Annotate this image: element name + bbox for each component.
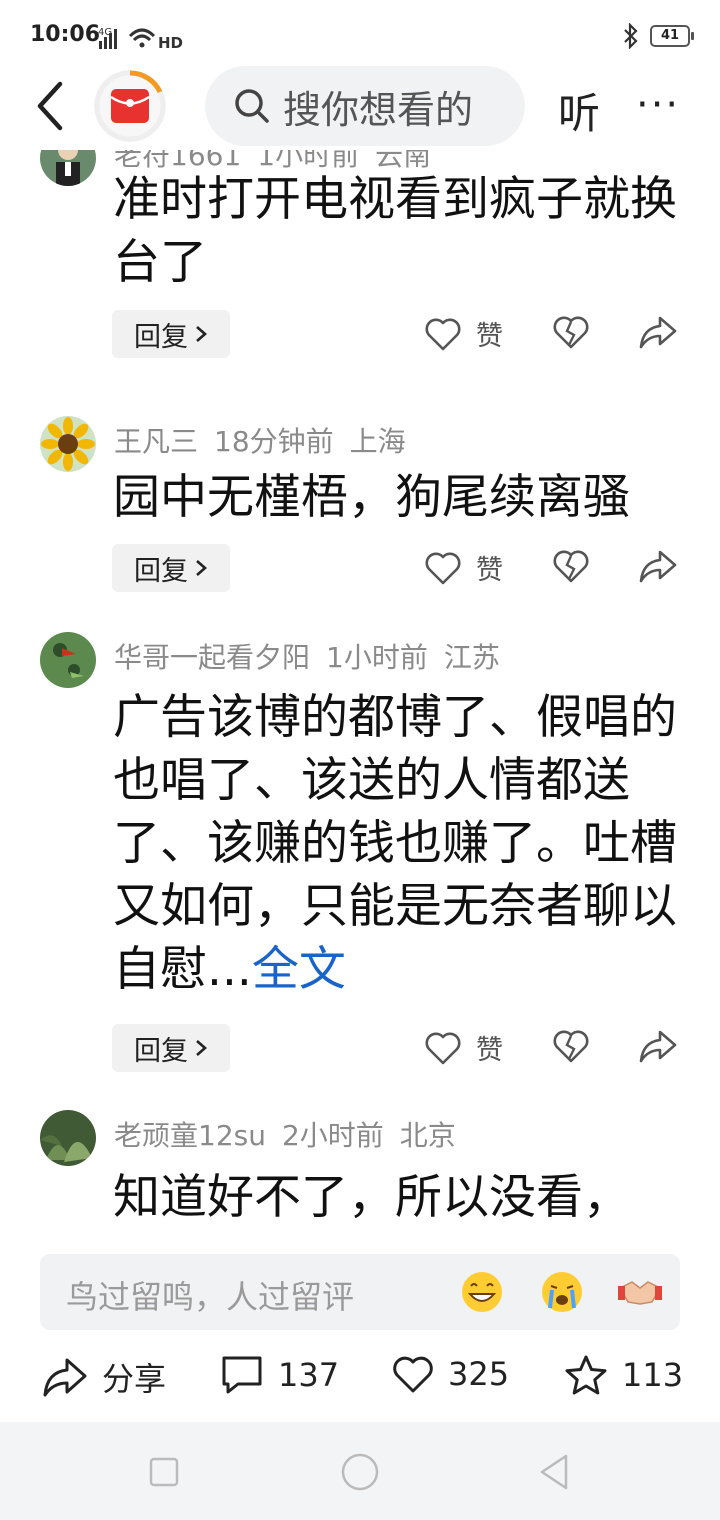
comment-list: 老符1661 1小时前 云南 准时打开电视看到疯子就换台了 回复 赞 王凡三 1… xyxy=(0,150,720,1242)
comment-location: 北京 xyxy=(399,1119,456,1152)
search-placeholder: 搜你想看的 xyxy=(283,87,474,132)
comment-time: 2小时前 xyxy=(281,1119,384,1152)
top-nav: 搜你想看的 听 ··· xyxy=(0,62,720,150)
red-envelope-icon xyxy=(94,70,166,142)
comment-icon xyxy=(222,1356,262,1394)
back-nav-icon[interactable] xyxy=(536,1452,572,1492)
comment-text[interactable]: 园中无槿梧，狗尾续离骚 xyxy=(113,466,683,529)
comment-meta: 华哥一起看夕阳 1小时前 江苏 xyxy=(114,636,516,676)
more-menu-button[interactable]: ··· xyxy=(636,82,680,128)
comment-actions: 赞 xyxy=(424,544,684,592)
sunflower-avatar-image xyxy=(40,416,96,472)
comment-meta: 老顽童12su 2小时前 北京 xyxy=(114,1114,472,1154)
hd-label: HD xyxy=(158,34,183,50)
chevron-right-icon xyxy=(196,326,207,342)
plant-avatar-image xyxy=(40,1110,96,1166)
heart-icon xyxy=(425,318,461,350)
avatar[interactable] xyxy=(40,416,96,472)
comment-input-placeholder: 鸟过留鸣，人过留评 xyxy=(66,1278,355,1316)
comment-meta: 王凡三 18分钟前 上海 xyxy=(114,420,422,460)
heart-icon xyxy=(393,1356,433,1393)
bottom-action-bar: 分享 137 325 113 xyxy=(0,1340,720,1420)
comment-input[interactable]: 鸟过留鸣，人过留评 xyxy=(40,1254,680,1330)
comment-text[interactable]: 知道好不了，所以没看， xyxy=(113,1166,683,1229)
bird-avatar-image xyxy=(40,632,96,688)
heart-icon xyxy=(425,1032,461,1064)
comment-text-content: 广告该博的都博了、假唱的也唱了、该送的人情都送了、该赚的钱也赚了。吐槽又如何，只… xyxy=(113,690,677,997)
full-text-link[interactable]: 全文 xyxy=(252,942,346,997)
comment-location: 江苏 xyxy=(443,641,500,674)
status-bar: 10:06 4G HD 41 xyxy=(0,0,720,70)
like-button[interactable]: 赞 xyxy=(424,314,503,353)
grinning-emoji-icon[interactable] xyxy=(460,1270,504,1314)
app-logo[interactable] xyxy=(94,70,166,142)
comment-count-button[interactable]: 137 xyxy=(220,1354,339,1396)
reply-button[interactable]: 回复 xyxy=(112,1024,230,1072)
bluetooth-icon xyxy=(624,23,638,49)
comment-text[interactable]: 广告该博的都博了、假唱的也唱了、该送的人情都送了、该赚的钱也赚了。吐槽又如何，只… xyxy=(113,686,683,1001)
share-button[interactable]: 分享 xyxy=(42,1354,166,1400)
broken-heart-icon[interactable] xyxy=(552,314,590,350)
reply-button[interactable]: 回复 xyxy=(112,544,230,592)
search-bar[interactable]: 搜你想看的 xyxy=(205,66,525,146)
comment-username[interactable]: 王凡三 xyxy=(114,425,198,458)
share-icon[interactable] xyxy=(638,314,678,350)
comment-time: 18分钟前 xyxy=(214,425,334,458)
reply-button[interactable]: 回复 xyxy=(112,310,230,358)
comment-actions: 赞 xyxy=(424,1024,684,1072)
broken-heart-icon[interactable] xyxy=(552,1028,590,1064)
comment-actions: 赞 xyxy=(424,310,684,358)
battery-indicator: 41 xyxy=(650,25,694,47)
share-icon[interactable] xyxy=(638,1028,678,1064)
comment-time: 1小时前 xyxy=(326,641,428,674)
avatar-image xyxy=(40,150,96,186)
status-time: 10:06 xyxy=(30,22,101,47)
share-icon xyxy=(43,1358,87,1397)
chevron-right-icon xyxy=(196,1040,207,1056)
avatar[interactable] xyxy=(40,150,96,186)
network-signal-icon: 4G HD xyxy=(98,27,183,50)
avatar[interactable] xyxy=(40,1110,96,1166)
comment-text[interactable]: 准时打开电视看到疯子就换台了 xyxy=(113,168,683,294)
chevron-right-icon xyxy=(196,560,207,576)
comment-username[interactable]: 华哥一起看夕阳 xyxy=(114,641,310,674)
system-nav-bar xyxy=(0,1422,720,1520)
listen-button[interactable]: 听 xyxy=(558,80,600,141)
like-button[interactable]: 赞 xyxy=(424,1028,503,1067)
avatar[interactable] xyxy=(40,632,96,688)
back-icon[interactable] xyxy=(28,76,76,136)
search-icon xyxy=(235,89,269,123)
star-icon xyxy=(565,1355,607,1395)
home-icon[interactable] xyxy=(340,1452,380,1492)
heart-icon xyxy=(425,552,461,584)
comment-username[interactable]: 老顽童12su xyxy=(114,1119,266,1152)
broken-heart-icon[interactable] xyxy=(552,548,590,584)
recent-apps-icon[interactable] xyxy=(148,1456,180,1488)
like-button[interactable]: 赞 xyxy=(424,548,503,587)
favorite-count-button[interactable]: 113 xyxy=(564,1354,683,1396)
like-count-button[interactable]: 325 xyxy=(392,1354,509,1394)
comment-location: 上海 xyxy=(349,425,406,458)
handshake-emoji-icon[interactable] xyxy=(618,1270,662,1314)
crying-emoji-icon[interactable] xyxy=(540,1270,584,1314)
share-icon[interactable] xyxy=(638,548,678,584)
